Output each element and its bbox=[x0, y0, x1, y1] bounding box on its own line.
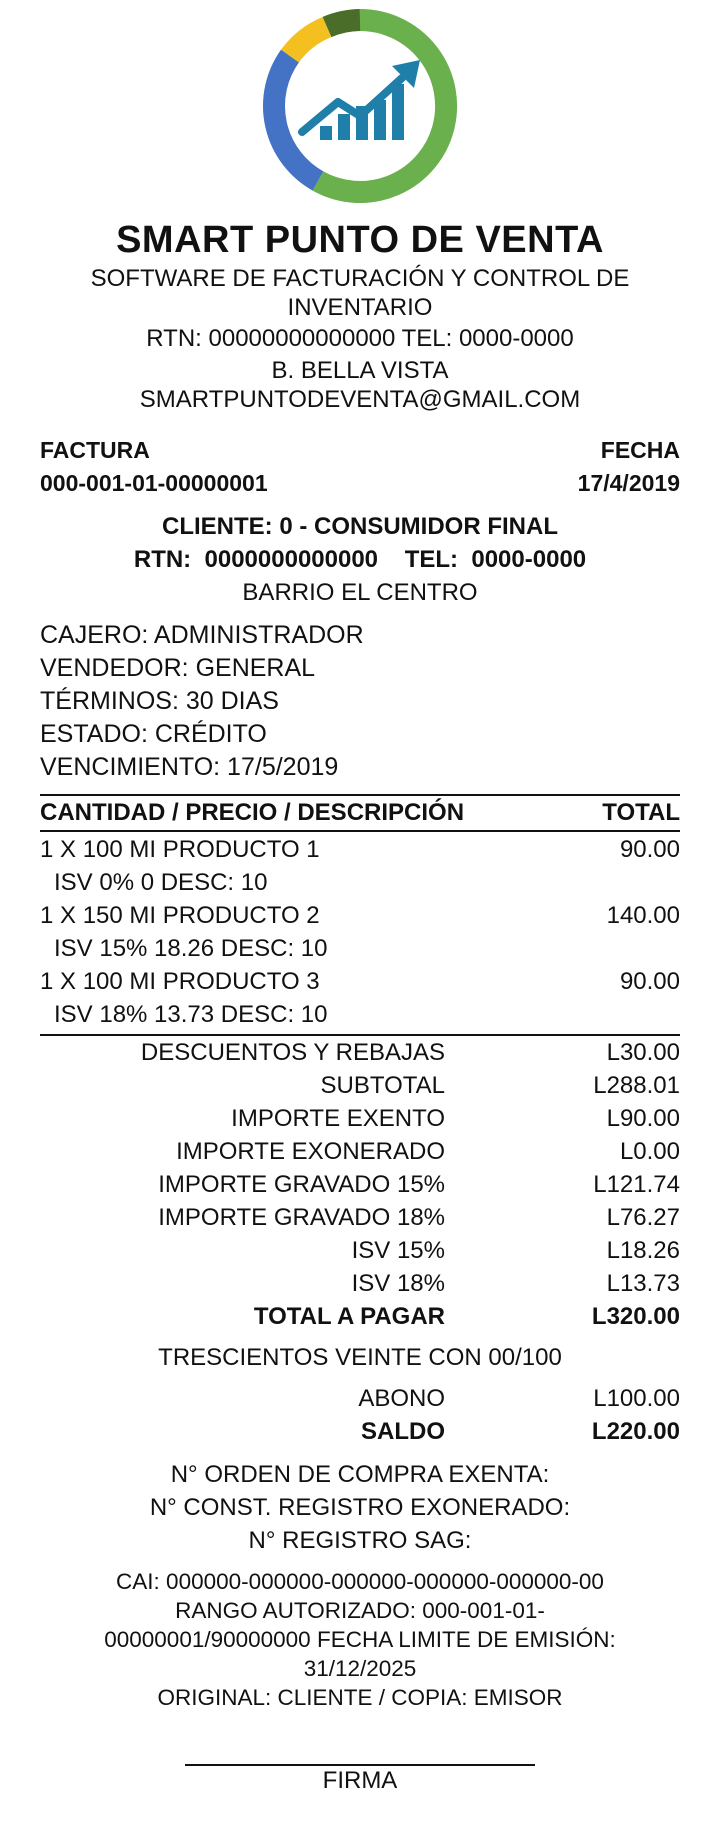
registry-orden-compra: N° ORDEN DE COMPRA EXENTA: bbox=[170, 1461, 550, 1488]
list-item: 1 X 100 MI PRODUCTO 3 90.00 ISV 18% 13.7… bbox=[40, 965, 680, 1031]
total-row: IMPORTE EXENTO L90.00 bbox=[40, 1102, 680, 1135]
factura-label: FACTURA bbox=[40, 437, 150, 463]
item-detail: ISV 18% 13.73 DESC: 10 bbox=[54, 1001, 328, 1028]
total-value: L121.74 bbox=[593, 1171, 680, 1198]
meta-terminos: TÉRMINOS: 30 DIAS bbox=[40, 687, 279, 715]
total-label: SUBTOTAL bbox=[320, 1072, 445, 1099]
signature-label: FIRMA bbox=[322, 1767, 398, 1794]
item-total: 90.00 bbox=[619, 968, 680, 995]
logo-ring-darkgreen bbox=[322, 9, 361, 38]
grand-total-value: L320.00 bbox=[591, 1303, 680, 1330]
meta-block: CAJERO: ADMINISTRADOR VENDEDOR: GENERAL … bbox=[40, 619, 680, 784]
amount-in-words: TRESCIENTOS VEINTE CON 00/100 bbox=[158, 1344, 562, 1371]
abono-label: ABONO bbox=[358, 1385, 445, 1412]
registry-block: N° ORDEN DE COMPRA EXENTA: N° CONST. REG… bbox=[40, 1458, 680, 1557]
total-row: IMPORTE GRAVADO 15% L121.74 bbox=[40, 1168, 680, 1201]
invoice-date: 17/4/2019 bbox=[577, 470, 680, 496]
total-label: IMPORTE EXONERADO bbox=[176, 1138, 445, 1165]
range-line-2: 00000001/90000000 FECHA LIMITE DE EMISIÓ… bbox=[104, 1627, 616, 1652]
payment-block: ABONO L100.00 SALDO L220.00 bbox=[40, 1382, 680, 1448]
grand-total-label: TOTAL A PAGAR bbox=[253, 1303, 445, 1330]
item-detail: ISV 15% 18.26 DESC: 10 bbox=[54, 935, 328, 962]
client-address: BARRIO EL CENTRO bbox=[242, 579, 478, 606]
items-header-description: CANTIDAD / PRECIO / DESCRIPCIÓN bbox=[40, 799, 465, 826]
client-name: CLIENTE: 0 - CONSUMIDOR FINAL bbox=[162, 513, 558, 540]
business-rtn-tel: RTN: 00000000000000 TEL: 0000-0000 bbox=[146, 325, 574, 352]
total-label: ISV 18% bbox=[351, 1270, 445, 1297]
meta-estado: ESTADO: CRÉDITO bbox=[40, 720, 267, 748]
cai-line: CAI: 000000-000000-000000-000000-000000-… bbox=[116, 1569, 604, 1594]
client-rtn-tel: RTN: 0000000000000 TEL: 0000-0000 bbox=[133, 546, 587, 573]
list-item: 1 X 100 MI PRODUCTO 1 90.00 ISV 0% 0 DES… bbox=[40, 833, 680, 899]
logo-trend-line bbox=[298, 74, 406, 136]
item-total: 90.00 bbox=[619, 836, 680, 863]
total-value: L288.01 bbox=[593, 1072, 680, 1099]
business-name: SMART PUNTO DE VENTA bbox=[116, 219, 604, 261]
total-row: IMPORTE GRAVADO 18% L76.27 bbox=[40, 1201, 680, 1234]
copies-line: ORIGINAL: CLIENTE / COPIA: EMISOR bbox=[157, 1685, 563, 1710]
business-subtitle-2: INVENTARIO bbox=[287, 294, 433, 321]
total-label: ISV 15% bbox=[351, 1237, 445, 1264]
items-header-total: TOTAL bbox=[602, 799, 680, 826]
business-address: B. BELLA VISTA bbox=[271, 357, 449, 384]
business-email: SMARTPUNTODEVENTA@GMAIL.COM bbox=[139, 386, 581, 413]
totals-block: DESCUENTOS Y REBAJAS L30.00 SUBTOTAL L288.… bbox=[40, 1036, 680, 1333]
total-label: DESCUENTOS Y REBAJAS bbox=[140, 1039, 445, 1066]
range-line-3: 31/12/2025 bbox=[303, 1656, 417, 1681]
saldo-row: SALDO L220.00 bbox=[40, 1415, 680, 1448]
total-value: L13.73 bbox=[606, 1270, 680, 1297]
items-list: 1 X 100 MI PRODUCTO 1 90.00 ISV 0% 0 DES… bbox=[40, 832, 680, 1031]
total-row: SUBTOTAL L288.01 bbox=[40, 1069, 680, 1102]
item-total: 140.00 bbox=[606, 902, 680, 929]
logo-ring-blue bbox=[263, 49, 324, 191]
meta-vencimiento: VENCIMIENTO: 17/5/2019 bbox=[40, 753, 339, 781]
meta-cajero: CAJERO: ADMINISTRADOR bbox=[40, 621, 364, 649]
total-label: IMPORTE GRAVADO 15% bbox=[158, 1171, 445, 1198]
business-subtitle-1: SOFTWARE DE FACTURACIÓN Y CONTROL DE bbox=[90, 265, 630, 292]
total-value: L18.26 bbox=[606, 1237, 680, 1264]
total-value: L76.27 bbox=[606, 1204, 680, 1231]
invoice-number: 000-001-01-00000001 bbox=[40, 470, 268, 496]
total-row: DESCUENTOS Y REBAJAS L30.00 bbox=[40, 1036, 680, 1069]
total-row: ISV 18% L13.73 bbox=[40, 1267, 680, 1300]
legal-block: CAI: 000000-000000-000000-000000-000000-… bbox=[40, 1567, 680, 1712]
total-value: L0.00 bbox=[619, 1138, 680, 1165]
invoice-header: FACTURA FECHA 000-001-01-00000001 17/4/2… bbox=[40, 434, 680, 500]
item-line: 1 X 100 MI PRODUCTO 3 bbox=[40, 968, 320, 995]
total-value: L90.00 bbox=[606, 1105, 680, 1132]
signature-block: FIRMA bbox=[40, 1764, 680, 1796]
receipt: SMART PUNTO DE VENTA SOFTWARE DE FACTURA… bbox=[40, 0, 680, 1796]
total-label: IMPORTE EXENTO bbox=[231, 1105, 445, 1132]
registry-sag: N° REGISTRO SAG: bbox=[248, 1527, 472, 1554]
total-row: IMPORTE EXONERADO L0.00 bbox=[40, 1135, 680, 1168]
total-label: IMPORTE GRAVADO 18% bbox=[158, 1204, 445, 1231]
saldo-label: SALDO bbox=[361, 1418, 445, 1445]
abono-row: ABONO L100.00 bbox=[40, 1382, 680, 1415]
client-block: CLIENTE: 0 - CONSUMIDOR FINAL RTN: 00000… bbox=[40, 510, 680, 609]
range-line-1: RANGO AUTORIZADO: 000-001-01- bbox=[175, 1598, 545, 1623]
grand-total-row: TOTAL A PAGAR L320.00 bbox=[40, 1300, 680, 1333]
saldo-value: L220.00 bbox=[591, 1418, 680, 1445]
list-item: 1 X 150 MI PRODUCTO 2 140.00 ISV 15% 18.… bbox=[40, 899, 680, 965]
item-detail: ISV 0% 0 DESC: 10 bbox=[54, 869, 268, 896]
items-header: CANTIDAD / PRECIO / DESCRIPCIÓN TOTAL bbox=[40, 796, 680, 830]
abono-value: L100.00 bbox=[593, 1385, 680, 1412]
fecha-label: FECHA bbox=[600, 437, 680, 463]
item-line: 1 X 100 MI PRODUCTO 1 bbox=[40, 836, 320, 863]
registry-exonerado: N° CONST. REGISTRO EXONERADO: bbox=[149, 1494, 571, 1521]
meta-vendedor: VENDEDOR: GENERAL bbox=[40, 654, 316, 682]
total-value: L30.00 bbox=[606, 1039, 680, 1066]
logo-ring-yellow bbox=[281, 16, 332, 63]
total-row: ISV 15% L18.26 bbox=[40, 1234, 680, 1267]
chart-growth-icon bbox=[263, 9, 458, 203]
item-line: 1 X 150 MI PRODUCTO 2 bbox=[40, 902, 320, 929]
